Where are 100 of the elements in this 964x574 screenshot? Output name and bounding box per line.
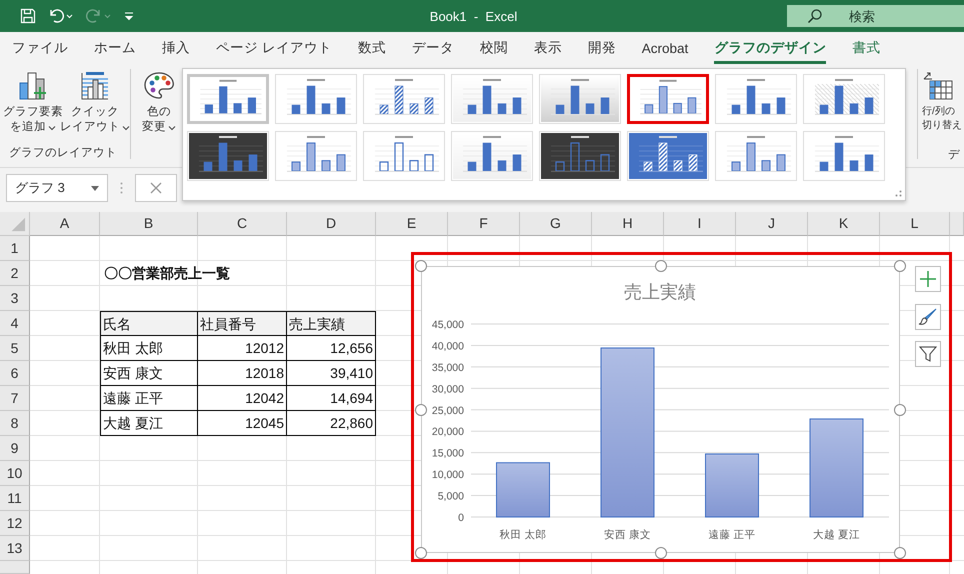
ribbon-button[interactable]: クイック レイアウト [64,65,126,135]
row-header[interactable]: 4 [0,311,30,336]
axis-label: 15,000 [432,448,464,460]
axis-label: 25,000 [432,404,464,417]
ribbon-tab[interactable]: 開発 [588,33,616,64]
ribbon-tab[interactable]: 表示 [534,33,562,64]
save-icon[interactable] [20,8,36,24]
category-label: 遠藤 正平 [708,529,756,541]
row-header[interactable]: 2 [0,261,30,286]
cancel-button[interactable] [135,174,177,202]
row-header[interactable]: 7 [0,386,30,411]
undo-icon[interactable] [48,8,74,24]
table-cell[interactable]: 22,860 [287,411,376,436]
column-header[interactable]: J [736,212,808,236]
column-header[interactable]: B [100,212,198,236]
ribbon-tab[interactable]: 書式 [852,33,880,64]
name-box[interactable]: グラフ 3 [6,174,108,202]
resize-handle[interactable] [894,547,906,559]
column-header[interactable]: L [880,212,950,236]
row-header[interactable]: 13 [0,536,30,561]
row-header[interactable]: 8 [0,411,30,436]
caret-icon [48,124,56,130]
palette-icon [143,71,175,101]
resize-handle[interactable] [415,260,427,272]
table-cell[interactable]: 12045 [198,411,287,436]
resize-grip-icon[interactable] [895,190,902,197]
ribbon-tab[interactable]: データ [412,33,454,64]
search-icon [807,8,823,24]
table-cell[interactable]: 遠藤 正平 [100,386,198,411]
bar[interactable] [600,347,654,518]
resize-handle[interactable] [415,404,427,416]
customize-icon[interactable] [124,10,134,22]
table-cell[interactable]: 14,694 [287,386,376,411]
row-header[interactable]: 5 [0,336,30,361]
table-cell[interactable]: 12012 [198,336,287,361]
close-icon [150,182,162,194]
column-header[interactable]: H [592,212,664,236]
table-cell[interactable]: 12018 [198,361,287,386]
table-cell[interactable]: 売上実績 [287,311,376,336]
switch-row-column-button[interactable]: 行/列の 切り替え [922,65,964,133]
row-header[interactable]: 12 [0,511,30,536]
column-header[interactable]: A [30,212,100,236]
bar[interactable] [810,418,864,518]
axis-label: 0 [458,512,464,524]
column-header[interactable]: G [520,212,592,236]
column-header[interactable]: I [664,212,736,236]
add-chart-element-icon [18,71,48,101]
dropdown-icon[interactable] [91,186,99,190]
row-header[interactable]: 3 [0,286,30,311]
column-header[interactable]: E [376,212,448,236]
ribbon-tab[interactable]: 数式 [358,33,386,64]
filter-icon [919,345,937,363]
chart-style-thumbnail[interactable] [187,74,269,124]
ribbon-tab[interactable]: ホーム [94,33,136,64]
chart-filters-button[interactable] [915,341,941,367]
table-cell[interactable]: 安西 康文 [100,361,198,386]
axis-label: 40,000 [432,340,464,352]
axis-label: 10,000 [432,469,464,482]
caret-icon [122,124,130,130]
table-cell[interactable]: 〇〇営業部売上一覧 [100,261,287,286]
row-header[interactable]: 9 [0,436,30,461]
table-cell[interactable]: 氏名 [100,311,198,336]
chart-styles-button[interactable] [915,304,941,330]
bar[interactable] [496,462,550,518]
table-cell[interactable]: 秋田 太郎 [100,336,198,361]
row-header[interactable]: 11 [0,486,30,511]
table-cell[interactable]: 大越 夏江 [100,411,198,436]
plus-icon [919,270,937,288]
chart-elements-button[interactable] [915,266,941,292]
row-header[interactable]: 6 [0,361,30,386]
category-label: 大越 夏江 [813,529,860,541]
search-field[interactable]: 検索 [787,5,964,27]
chart-style-thumbnail[interactable] [627,74,709,124]
table-cell[interactable]: 39,410 [287,361,376,386]
switch-row-column-icon [922,71,954,101]
change-colors-button[interactable]: 色の 変更 [135,65,183,167]
column-header[interactable]: D [287,212,376,236]
column-header[interactable]: C [198,212,287,236]
bar[interactable] [705,453,759,518]
axis-label: 45,000 [432,319,464,331]
ribbon-tab[interactable]: Acrobat [642,34,688,62]
table-cell[interactable]: 12,656 [287,336,376,361]
resize-handle[interactable] [415,547,427,559]
quick-layout-icon [80,71,110,101]
row-header[interactable]: 10 [0,461,30,486]
category-label: 安西 康文 [604,529,651,541]
ribbon-tab[interactable]: 校閲 [480,33,508,64]
chart-area[interactable]: 売上実績 0 5,000 10,000 15,000 20,000 25,000 30,000 35,000 40,000 45,000 秋田 太郎 安西 康文 遠藤 正平 大越 夏江 [421,266,900,553]
column-header[interactable]: K [808,212,880,236]
ribbon-tab[interactable]: ページ レイアウト [216,33,332,64]
axis-label: 35,000 [432,362,464,374]
ribbon-tab[interactable]: 挿入 [162,33,190,64]
row-header[interactable]: 1 [0,236,30,261]
table-cell[interactable]: 12042 [198,386,287,411]
ribbon-tab[interactable]: ファイル [12,33,68,64]
caret-icon [168,124,176,130]
category-label: 秋田 太郎 [500,529,546,541]
column-header[interactable]: F [448,212,520,236]
table-cell[interactable]: 社員番号 [198,311,287,336]
resize-handle[interactable] [894,260,906,272]
